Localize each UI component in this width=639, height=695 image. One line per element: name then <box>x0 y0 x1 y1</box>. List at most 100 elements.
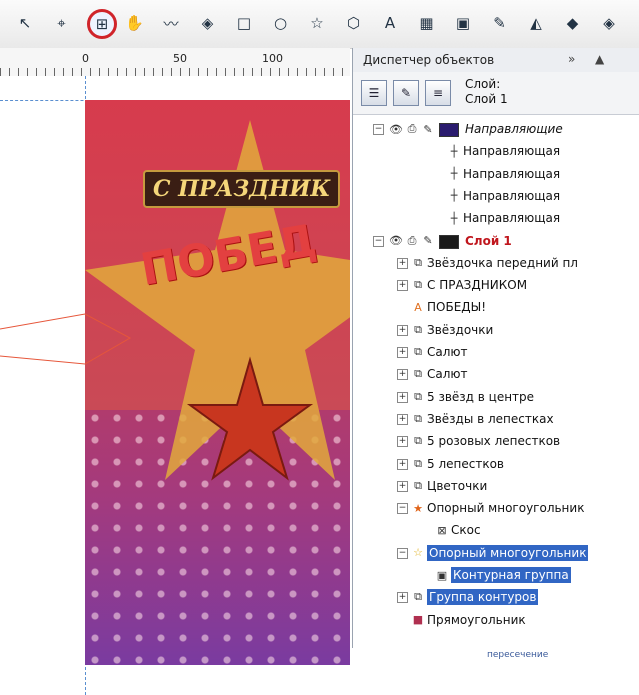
collapse-arrow-icon[interactable]: ▲ <box>595 52 604 66</box>
star-outline-icon: ☆ <box>413 546 423 560</box>
expand-icon[interactable]: + <box>397 480 408 492</box>
ruler-label-0: 0 <box>82 52 89 65</box>
collapse-icon[interactable]: − <box>397 503 408 515</box>
contour-tool-icon[interactable]: ▣ <box>452 12 474 34</box>
tree-item-label: Контурная группа <box>451 567 571 583</box>
tree-item[interactable]: + ⧉ Звёздочки <box>353 319 639 341</box>
interactive-fill-tool-icon[interactable]: ◈ <box>598 12 620 34</box>
horizontal-ruler[interactable]: 0 50 100 <box>0 48 350 77</box>
collapse-icon[interactable]: − <box>373 124 384 135</box>
expand-icon[interactable]: + <box>397 369 408 381</box>
text-tool-icon[interactable]: A <box>379 12 401 34</box>
tree-item[interactable]: + ⧉ 5 звёзд в центре <box>353 386 639 408</box>
pick-tool-icon[interactable]: ↖ <box>14 12 36 34</box>
expand-icon[interactable]: + <box>397 592 408 604</box>
tree-item-label: Опорный многоугольник <box>427 544 589 561</box>
tree-item[interactable]: + ⧉ 5 розовых лепестков <box>353 430 639 452</box>
tree-item[interactable]: + ⧉ С ПРАЗДНИКОМ <box>353 274 639 296</box>
pencil-icon[interactable]: ✎ <box>421 122 435 136</box>
smart-fill-tool-icon[interactable]: ◈ <box>197 12 219 34</box>
chevron-icon[interactable]: » <box>568 52 575 66</box>
poster[interactable]: С ПРАЗДНИК ПОБЕД <box>85 100 350 665</box>
expand-icon[interactable]: + <box>397 391 408 403</box>
basic-shapes-tool-icon[interactable]: ⬡ <box>343 12 365 34</box>
tree-item[interactable]: − ☆ Опорный многоугольник <box>353 542 639 564</box>
tree-item[interactable]: + ⧉ Салют <box>353 341 639 363</box>
collapse-icon[interactable]: − <box>397 547 408 559</box>
expand-icon[interactable]: + <box>397 257 408 269</box>
expand-icon[interactable]: + <box>397 413 408 425</box>
pan-tool-icon[interactable]: ✋ <box>124 12 146 34</box>
tree-item[interactable]: + ⧉ Звёздочка передний пл <box>353 252 639 274</box>
toolbox: ↖ ⌖ ⊞ ✋ 〰 ◈ □ ○ ☆ ⬡ A ▦ ▣ ✎ ◭ ◆ ◈ <box>0 0 639 49</box>
outline-tool-icon[interactable]: ◭ <box>525 12 547 34</box>
tree-item[interactable]: ⊠ Скос <box>353 519 639 541</box>
expand-icon[interactable]: + <box>397 324 408 336</box>
tree-item[interactable]: ┼ Направляющая <box>353 163 639 185</box>
group-icon: ⧉ <box>414 434 422 448</box>
layer-name: Слой 1 <box>465 233 512 248</box>
tree-item-label: 5 лепестков <box>427 456 504 471</box>
tree-item-label: С ПРАЗДНИКОМ <box>427 278 528 293</box>
tree-item[interactable]: + ⧉ Цветочки <box>353 475 639 497</box>
drawing-canvas[interactable]: С ПРАЗДНИК ПОБЕД <box>0 76 350 695</box>
rectangle-tool-icon[interactable]: □ <box>233 12 255 34</box>
group-icon: ⧉ <box>414 345 422 358</box>
table-tool-icon[interactable]: ▦ <box>416 12 438 34</box>
tree-item-label: Прямоугольник <box>427 612 526 627</box>
current-layer-info: Слой: Слой 1 <box>465 77 508 107</box>
freehand-tool-icon[interactable]: 〰 <box>160 12 182 34</box>
tree-item[interactable]: + ⧉ Салют <box>353 363 639 385</box>
expand-icon[interactable]: + <box>397 280 408 292</box>
pencil-icon[interactable]: ✎ <box>421 234 435 248</box>
tree-item[interactable]: ┼ Направляющая <box>353 140 639 162</box>
tree-item-label: Салют <box>427 367 468 382</box>
layers-edit-icon: ✎ <box>400 86 412 100</box>
layer-manager-view-button[interactable]: ≡ <box>425 80 451 106</box>
guide-icon: ┼ <box>450 144 458 158</box>
ruler-label-50: 50 <box>173 52 187 65</box>
bevel-icon: ⊠ <box>437 523 447 537</box>
star-icon: ★ <box>413 501 423 515</box>
fill-tool-icon[interactable]: ◆ <box>562 12 584 34</box>
printer-icon[interactable]: ⎙ <box>405 122 419 136</box>
tree-item[interactable]: + ⧉ 5 лепестков <box>353 453 639 475</box>
tree-item-label: ПОБЕДЫ! <box>427 300 487 315</box>
docker-toolbar: ☰ ✎ ≡ Слой: Слой 1 <box>353 72 639 115</box>
layer-name: Направляющие <box>465 122 563 136</box>
layer-color-swatch[interactable] <box>439 234 459 249</box>
expand-icon[interactable]: + <box>397 436 408 448</box>
edit-across-layers-button[interactable]: ✎ <box>393 80 419 106</box>
crop-tool-icon[interactable]: ⊞ <box>87 9 117 39</box>
tree-item[interactable]: ■ Прямоугольник <box>353 609 639 631</box>
rectangle-icon: ■ <box>412 613 424 627</box>
tree-item[interactable]: + ⧉ Группа контуров <box>353 586 639 608</box>
expand-icon[interactable]: + <box>397 347 408 358</box>
poster-title[interactable]: С ПРАЗДНИК <box>143 170 341 208</box>
tree-item[interactable]: + ⧉ Звёзды в лепестках <box>353 408 639 430</box>
tree-item[interactable]: A ПОБЕДЫ! <box>353 296 639 318</box>
tree-item[interactable]: ▣ Контурная группа <box>353 564 639 586</box>
guide-icon: ┼ <box>450 167 458 181</box>
eyedropper-tool-icon[interactable]: ✎ <box>489 12 511 34</box>
polygon-tool-icon[interactable]: ☆ <box>306 12 328 34</box>
collapse-icon[interactable]: − <box>373 235 384 247</box>
tree-item[interactable]: ┼ Направляющая <box>353 207 639 229</box>
shape-tool-icon[interactable]: ⌖ <box>51 12 73 34</box>
group-icon: ⧉ <box>414 389 422 403</box>
eye-icon[interactable]: 👁 <box>389 234 403 248</box>
tree-item[interactable]: − ★ Опорный многоугольник <box>353 497 639 519</box>
ellipse-tool-icon[interactable]: ○ <box>270 12 292 34</box>
tree-item[interactable]: ┼ Направляющая <box>353 185 639 207</box>
tree-item-label: Направляющая <box>463 144 561 159</box>
eye-icon[interactable]: 👁 <box>389 122 403 136</box>
layer-color-swatch[interactable] <box>439 123 459 137</box>
show-properties-button[interactable]: ☰ <box>361 80 387 106</box>
group-icon: ⧉ <box>414 278 422 292</box>
docker-header: Диспетчер объектов » ▲ <box>353 48 639 73</box>
tree-item[interactable]: − 👁 ⎙ ✎ Слой 1 <box>353 230 639 252</box>
tree-item-label: Направляющая <box>463 211 561 226</box>
expand-icon[interactable]: + <box>397 458 408 470</box>
tree-item[interactable]: − 👁 ⎙ ✎ Направляющие <box>353 118 639 140</box>
printer-icon[interactable]: ⎙ <box>405 234 419 248</box>
